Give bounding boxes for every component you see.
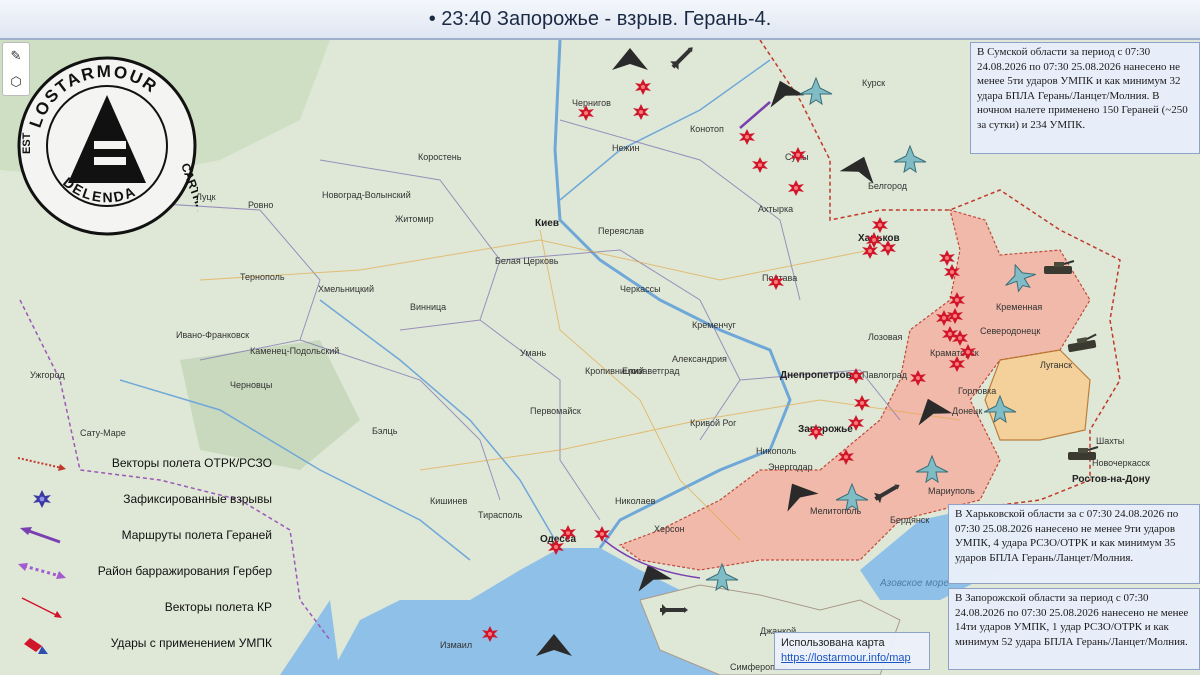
city-berdyansk: Бердянск [890, 515, 930, 525]
city-nikopol: Никополь [756, 446, 797, 456]
logo-text-left: EST [21, 132, 33, 154]
city-lozovaya: Лозовая [868, 332, 903, 342]
city-mariupol: Мариуполь [928, 486, 975, 496]
city-vinnitsa: Винница [410, 302, 447, 312]
legend-label-gerber: Район барражирования Гербер [97, 564, 272, 578]
azov-sea-label: Азовское море [880, 578, 949, 589]
city-kursk: Курск [862, 78, 886, 88]
legend-row-umpk: Удары с применением УМПК [8, 628, 276, 658]
city-severodonetsk: Северодонецк [980, 326, 1041, 336]
city-kharkov: Харьков [858, 233, 900, 244]
map-source-box: Использована карта https://lostarmour.in… [774, 632, 930, 670]
city-balti: Бэлць [372, 426, 398, 436]
city-cherkassy: Черкассы [620, 284, 661, 294]
city-korosten: Коростень [418, 152, 462, 162]
info-kharkov-text: В Харьковской области за с 07:30 24.08.2… [955, 508, 1179, 564]
source-label: Использована карта [781, 637, 885, 649]
page-title: • 23:40 Запорожье - взрыв. Герань-4. [428, 7, 772, 30]
city-melitopol: Мелитополь [810, 506, 862, 516]
city-chernigov: Чернигов [572, 98, 611, 108]
city-chernovtsy: Черновцы [230, 380, 273, 390]
lostarmour-logo: LOSTARMOUR DELENDA CARTHAGO EST [17, 56, 198, 236]
legend: Векторы полета ОТРК/РСЗО Зафиксированные… [8, 446, 276, 668]
city-kremennaya: Кременная [996, 302, 1043, 312]
legend-row-kr: Векторы полета КР [8, 592, 276, 622]
city-kiev: Киев [535, 218, 559, 229]
city-kamenets-podolsky: Каменец-Подольский [250, 346, 340, 356]
city-elizavetgrad: Елизаветград [622, 366, 680, 376]
legend-label-explosions: Зафиксированные взрывы [123, 492, 272, 506]
legend-row-gerber: Район барражирования Гербер [8, 556, 276, 586]
city-rovno: Ровно [248, 200, 274, 210]
city-uman: Умань [520, 348, 547, 358]
city-rostov: Ростов-на-Дону [1072, 474, 1151, 485]
purple-dotted-double-arrow-icon [18, 563, 66, 579]
city-poltava: Полтава [762, 273, 798, 283]
city-belgorod: Белгород [868, 181, 908, 191]
legend-label-kr: Векторы полета КР [164, 600, 272, 614]
logo-text-right: CARTHAGO [178, 161, 198, 231]
city-kishinev: Кишинев [430, 496, 468, 506]
city-aleksandriya: Александрия [672, 354, 727, 364]
explosion-icon [33, 490, 51, 508]
title-bar: • 23:40 Запорожье - взрыв. Герань-4. [0, 0, 1200, 40]
legend-label-umpk: Удары с применением УМПК [110, 636, 272, 650]
city-ternopol: Тернополь [240, 272, 285, 282]
city-kramatorsk: Краматорск [930, 348, 979, 358]
city-konotop: Конотоп [690, 124, 724, 134]
legend-label-otrk: Векторы полета ОТРК/РСЗО [111, 456, 272, 470]
city-nezhin: Нежин [612, 143, 640, 153]
city-akhtyrka: Ахтырка [758, 204, 794, 214]
info-zaporozhye-text: В Запорожской области за период с 07:30 … [955, 592, 1189, 648]
info-box-sumy: В Сумской области за период с 07:30 24.0… [970, 42, 1200, 154]
city-satu-mare: Сату-Маре [80, 428, 126, 438]
city-zaporozhye: Запорожье [798, 424, 853, 435]
legend-row-geran-routes: Маршруты полета Гераней [8, 520, 276, 550]
city-energodar: Энергодар [768, 462, 813, 472]
purple-arrow-icon [20, 527, 61, 544]
city-lugansk: Луганск [1040, 360, 1073, 370]
legend-label-geran-routes: Маршруты полета Гераней [121, 528, 272, 542]
city-belaya-tserkov: Белая Церковь [495, 256, 559, 266]
info-box-kharkov: В Харьковской области за с 07:30 24.08.2… [948, 504, 1200, 584]
city-nikolaev: Николаев [615, 496, 656, 506]
city-izmail: Измаил [440, 640, 473, 650]
city-kremenchug: Кременчуг [692, 320, 736, 330]
city-khmelnitsky: Хмельницкий [318, 284, 374, 294]
city-ivano-frankovsk: Ивано-Франковск [176, 330, 250, 340]
city-donetsk: Донецк [952, 406, 983, 416]
red-blue-bomb-icon [24, 638, 48, 654]
red-thin-arrow-icon [21, 597, 62, 618]
city-tiraspol: Тирасполь [478, 510, 523, 520]
city-sumy: Сумы [785, 152, 809, 162]
city-krivoy-rog: Кривой Рог [690, 418, 737, 428]
info-sumy-text: В Сумской области за период с 07:30 24.0… [977, 46, 1188, 131]
city-pervomaysk: Первомайск [530, 406, 581, 416]
legend-row-explosions: Зафиксированные взрывы [8, 484, 276, 514]
city-zhitomir: Житомир [395, 214, 434, 224]
city-odessa: Одесса [540, 534, 577, 545]
city-shakhty: Шахты [1096, 436, 1125, 446]
lugansk-zone [984, 349, 1091, 441]
city-kherson: Херсон [654, 524, 685, 534]
city-dnepropetrovsk: Днепропетровск [780, 370, 863, 381]
city-novocherkassk: Новочеркасск [1092, 458, 1150, 468]
source-link[interactable]: https://lostarmour.info/map [781, 652, 911, 664]
city-lutsk: Луцк [196, 192, 216, 202]
legend-row-otrk: Векторы полета ОТРК/РСЗО [8, 448, 276, 478]
city-uzhgorod: Ужгород [30, 370, 65, 380]
city-novograd-volynsky: Новоград-Волынский [322, 190, 411, 200]
dotted-red-arrow-icon [17, 457, 66, 471]
city-pavlograd: Павлоград [862, 370, 907, 380]
city-pereyaslav: Переяслав [598, 226, 644, 236]
city-gorlovka: Горловка [958, 386, 997, 396]
info-box-zaporozhye: В Запорожской области за период с 07:30 … [948, 588, 1200, 670]
